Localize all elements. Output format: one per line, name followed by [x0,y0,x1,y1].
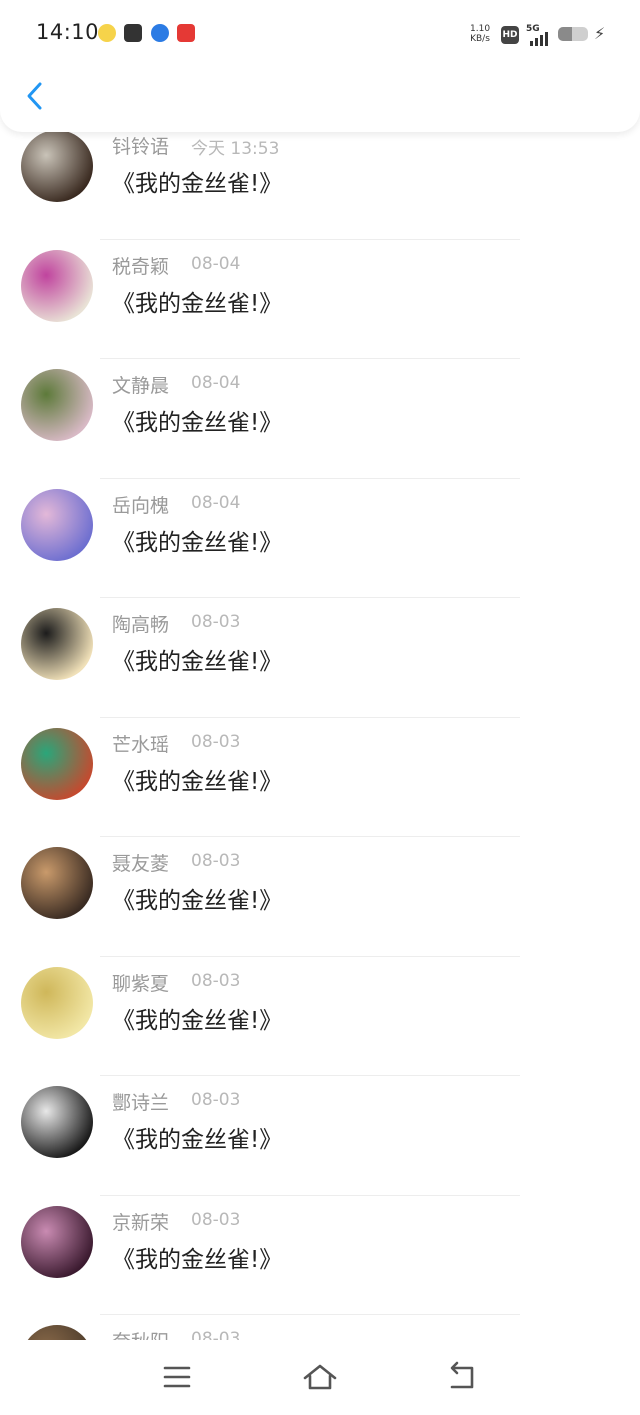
menu-icon [163,1366,191,1388]
battery-icon [558,27,588,41]
back-icon [450,1361,474,1389]
sender-name: 酆诗兰 [112,1092,170,1114]
message-time: 08-03 [191,1329,241,1340]
sender-name: 税奇颖 [112,255,170,278]
menu-button[interactable] [160,1360,194,1394]
home-icon [303,1364,337,1390]
status-time: 14:10 [36,20,100,44]
message-text: 《我的金丝雀!》 [112,1246,283,1273]
sender-name: 京新荣 [112,1211,170,1234]
avatar[interactable] [21,966,93,1039]
avatar[interactable] [21,1205,93,1278]
list-item[interactable]: 钭铃语 今天 13:53 《我的金丝雀!》 [0,120,640,240]
message-text: 《我的金丝雀!》 [112,1127,283,1153]
message-list: 钭铃语 今天 13:53 《我的金丝雀!》 税奇颖 08-04 《我的金丝雀!》 文静晨 08… [0,120,640,1340]
message-time: 08-03 [191,851,241,871]
hd-badge: HD [501,26,519,44]
message-time: 08-04 [191,492,241,513]
sender-name: 聂友菱 [112,853,170,875]
back-button[interactable] [18,78,54,114]
avatar[interactable] [21,249,93,322]
message-time: 08-04 [191,373,241,393]
sender-name: 钭铃语 [112,136,170,158]
system-back-button[interactable] [446,1360,480,1394]
message-text: 《我的金丝雀!》 [112,529,283,556]
battery-level [558,27,572,41]
message-time: 08-03 [191,612,241,632]
message-time: 08-03 [191,731,241,752]
sender-name: 聊紫夏 [112,972,170,995]
message-text: 《我的金丝雀!》 [112,290,283,317]
notification-mail-icon [124,24,142,42]
message-text: 《我的金丝雀!》 [112,888,283,914]
list-item[interactable]: 聂友菱 08-03 《我的金丝雀!》 [0,837,640,957]
message-time: 08-03 [191,1209,241,1230]
list-item[interactable]: 税奇颖 08-04 《我的金丝雀!》 [0,240,640,359]
message-time: 今天 13:53 [191,139,280,159]
notification-shop-icon [177,24,195,42]
list-item[interactable]: 聊紫夏 08-03 《我的金丝雀!》 [0,957,640,1076]
message-text: 《我的金丝雀!》 [112,410,283,436]
list-item[interactable]: 酆诗兰 08-03 《我的金丝雀!》 [0,1076,640,1196]
system-nav-bar [0,1340,640,1415]
signal-label: 5G [526,24,540,34]
avatar[interactable] [21,727,93,800]
avatar[interactable] [21,1325,93,1340]
message-text: 《我的金丝雀!》 [112,768,283,795]
notification-paw-icon [151,24,169,42]
sender-name: 陶高畅 [112,614,170,636]
status-bar: 14:10 1.10 KB/s HD 5G ⚡ [0,0,640,70]
net-speed-value: 1.10 [470,24,491,34]
message-text: 《我的金丝雀!》 [112,1007,283,1034]
avatar[interactable] [21,369,93,441]
message-text: 《我的金丝雀!》 [112,171,283,197]
avatar[interactable] [21,847,93,919]
list-item[interactable]: 夸秋阳 08-03 [0,1315,640,1340]
net-speed-unit: KB/s [470,34,490,44]
sender-name: 夸秋阳 [112,1327,169,1340]
chevron-left-icon [27,82,42,110]
avatar[interactable] [21,130,93,202]
app-header: 14:10 1.10 KB/s HD 5G ⚡ [0,0,640,132]
signal-icon: 5G [526,24,554,46]
list-item[interactable]: 岳向槐 08-04 《我的金丝雀!》 [0,479,640,598]
list-item[interactable]: 京新荣 08-03 《我的金丝雀!》 [0,1196,640,1315]
list-item[interactable]: 文静晨 08-04 《我的金丝雀!》 [0,359,640,479]
message-text: 《我的金丝雀!》 [112,649,283,675]
message-time: 08-03 [191,1090,241,1110]
message-time: 08-03 [191,970,241,991]
message-time: 08-04 [191,253,241,274]
sender-name: 岳向槐 [112,494,170,517]
home-button[interactable] [302,1360,337,1394]
notification-app-icon [98,24,116,42]
avatar[interactable] [21,608,93,680]
list-item[interactable]: 芒水瑶 08-03 《我的金丝雀!》 [0,718,640,837]
sender-name: 芒水瑶 [112,733,170,756]
avatar[interactable] [21,1086,93,1158]
avatar[interactable] [21,488,93,561]
list-item[interactable]: 陶高畅 08-03 《我的金丝雀!》 [0,598,640,718]
charging-icon: ⚡ [594,24,606,43]
sender-name: 文静晨 [112,375,170,397]
net-speed: 1.10 KB/s [470,24,490,44]
